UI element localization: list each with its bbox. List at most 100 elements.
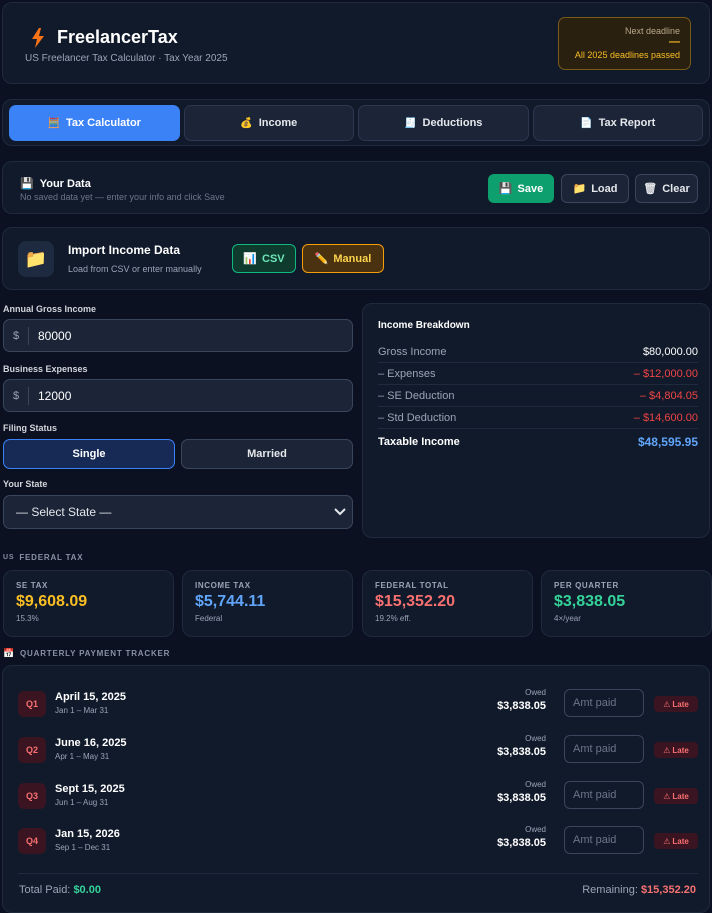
floppy-disk-icon: 💾	[20, 178, 34, 190]
deadline-label: Next deadline	[624, 26, 680, 36]
tab-label: Income	[258, 117, 298, 129]
app-subtitle: US Freelancer Tax Calculator · Tax Year …	[25, 53, 228, 64]
row-value: $80,000.00	[642, 345, 698, 358]
remaining-label: Remaining:	[582, 884, 638, 896]
your-data-panel: 💾 Your Data No saved data yet — enter yo…	[2, 161, 710, 214]
owed-label: Owed	[525, 688, 546, 697]
row-value: – $4,804.05	[639, 389, 698, 402]
gross-income-input[interactable]	[29, 328, 329, 343]
income-tax-card: INCOME TAX $5,744.11 Federal	[182, 570, 353, 637]
warning-icon: ⚠	[663, 791, 671, 801]
total-value: $48,595.95	[637, 435, 698, 449]
warning-icon: ⚠	[663, 699, 671, 709]
app-name: FreelancerTax	[57, 27, 178, 47]
tab-label: Tax Report	[598, 117, 656, 129]
amount-paid-input[interactable]	[564, 689, 644, 717]
import-panel: 📁 Import Income Data Load from CSV or en…	[2, 227, 710, 290]
owed-amount: $3,838.05	[497, 746, 546, 758]
warning-icon: ⚠	[663, 836, 671, 846]
your-data-title: 💾 Your Data	[20, 177, 91, 191]
per-quarter-card: PER QUARTER $3,838.05 4×/year	[541, 570, 712, 637]
quarter-due-date: Jan 15, 2026	[55, 828, 120, 840]
owed-amount: $3,838.05	[497, 792, 546, 804]
quarter-row-q2: Q2 June 16, 2025 Apr 1 – May 31 Owed $3,…	[18, 734, 698, 766]
quarter-period: Sep 1 – Dec 31	[55, 843, 111, 852]
metric-sub: 19.2% eff.	[375, 614, 411, 623]
late-label: Late	[672, 836, 689, 846]
breakdown-title: Income Breakdown	[378, 320, 470, 331]
chevron-down-icon	[334, 508, 346, 516]
breakdown-row-gross: Gross Income $80,000.00	[378, 341, 698, 363]
quarter-due-date: April 15, 2025	[55, 691, 126, 703]
amount-paid-input[interactable]	[564, 735, 644, 763]
filing-married-button[interactable]: Married	[181, 439, 353, 469]
remaining: Remaining: $15,352.20	[582, 884, 696, 896]
quarter-badge: Q2	[18, 737, 46, 763]
owed-label: Owed	[525, 825, 546, 834]
owed-amount: $3,838.05	[497, 837, 546, 849]
csv-import-button[interactable]: 📊 CSV	[232, 244, 296, 273]
quarter-period: Jan 1 – Mar 31	[55, 706, 109, 715]
row-value: – $14,600.00	[633, 411, 698, 424]
brand: FreelancerTax	[31, 27, 178, 48]
floppy-disk-icon: 💾	[498, 183, 513, 195]
federal-tax-heading: US FEDERAL TAX	[3, 553, 83, 562]
breakdown-row-std-deduction: – Std Deduction – $14,600.00	[378, 407, 698, 429]
tab-income[interactable]: 💰 Income	[183, 105, 354, 141]
metric-label: SE TAX	[16, 581, 48, 590]
owed-label: Owed	[525, 734, 546, 743]
divider	[18, 873, 698, 874]
metric-value: $3,838.05	[554, 593, 626, 610]
gross-income-label: Annual Gross Income	[3, 304, 97, 314]
metric-value: $5,744.11	[195, 593, 266, 610]
state-select[interactable]: — Select State —	[3, 495, 353, 529]
late-badge: ⚠ Late	[654, 788, 698, 804]
amount-paid-input[interactable]	[564, 781, 644, 809]
breakdown-rows: Gross Income $80,000.00 – Expenses – $12…	[378, 341, 698, 455]
row-label: – Expenses	[378, 367, 436, 380]
clear-button[interactable]: 🗑 Clear	[635, 174, 698, 203]
breakdown-row-se-deduction: – SE Deduction – $4,804.05	[378, 385, 698, 407]
manual-label: Manual	[333, 252, 372, 265]
late-badge: ⚠ Late	[654, 696, 698, 712]
next-deadline-card: Next deadline — All 2025 deadlines passe…	[558, 17, 691, 70]
breakdown-row-taxable-income: Taxable Income $48,595.95	[378, 429, 698, 455]
amount-paid-input[interactable]	[564, 826, 644, 854]
us-flag-icon: US	[3, 554, 15, 561]
calendar-icon: 📅	[3, 648, 16, 658]
lightning-bolt-icon	[32, 27, 44, 48]
quarter-row-q1: Q1 April 15, 2025 Jan 1 – Mar 31 Owed $3…	[18, 688, 698, 720]
tab-tax-report[interactable]: 📄 Tax Report	[532, 105, 703, 141]
late-badge: ⚠ Late	[654, 742, 698, 758]
gross-income-field[interactable]: $	[3, 319, 353, 352]
main-tabs: 🧮 Tax Calculator 💰 Income 🧾 Deductions 📄…	[2, 99, 710, 146]
quarterly-tracker-panel: Q1 April 15, 2025 Jan 1 – Mar 31 Owed $3…	[2, 665, 710, 913]
metric-sub: 15.3%	[16, 614, 39, 623]
import-subtitle: Load from CSV or enter manually	[68, 264, 202, 274]
quarter-badge: Q4	[18, 828, 46, 854]
deadline-value: —	[669, 36, 680, 48]
manual-entry-button[interactable]: ✏️ Manual	[302, 244, 384, 273]
row-label: – Std Deduction	[378, 411, 457, 424]
clear-label: Clear	[662, 182, 690, 195]
save-button[interactable]: 💾 Save	[488, 174, 554, 203]
late-label: Late	[672, 699, 689, 709]
business-expenses-input[interactable]	[29, 388, 329, 403]
federal-heading-text: FEDERAL TAX	[19, 553, 84, 562]
filing-single-button[interactable]: Single	[3, 439, 175, 469]
tab-tax-calculator[interactable]: 🧮 Tax Calculator	[9, 105, 180, 141]
trash-icon: 🗑	[643, 183, 658, 195]
remaining-value: $15,352.20	[640, 884, 696, 896]
income-breakdown-panel: Income Breakdown Gross Income $80,000.00…	[362, 303, 710, 538]
folder-glyph: 📁	[24, 248, 48, 269]
currency-symbol: $	[4, 326, 29, 345]
se-tax-card: SE TAX $9,608.09 15.3%	[3, 570, 174, 637]
business-expenses-field[interactable]: $	[3, 379, 353, 412]
total-paid-value: $0.00	[73, 884, 101, 896]
load-button[interactable]: 📁 Load	[561, 174, 629, 203]
late-label: Late	[672, 791, 689, 801]
tab-deductions[interactable]: 🧾 Deductions	[358, 105, 529, 141]
app-header: FreelancerTax US Freelancer Tax Calculat…	[2, 2, 710, 84]
csv-label: CSV	[262, 252, 285, 265]
owed-label: Owed	[525, 780, 546, 789]
